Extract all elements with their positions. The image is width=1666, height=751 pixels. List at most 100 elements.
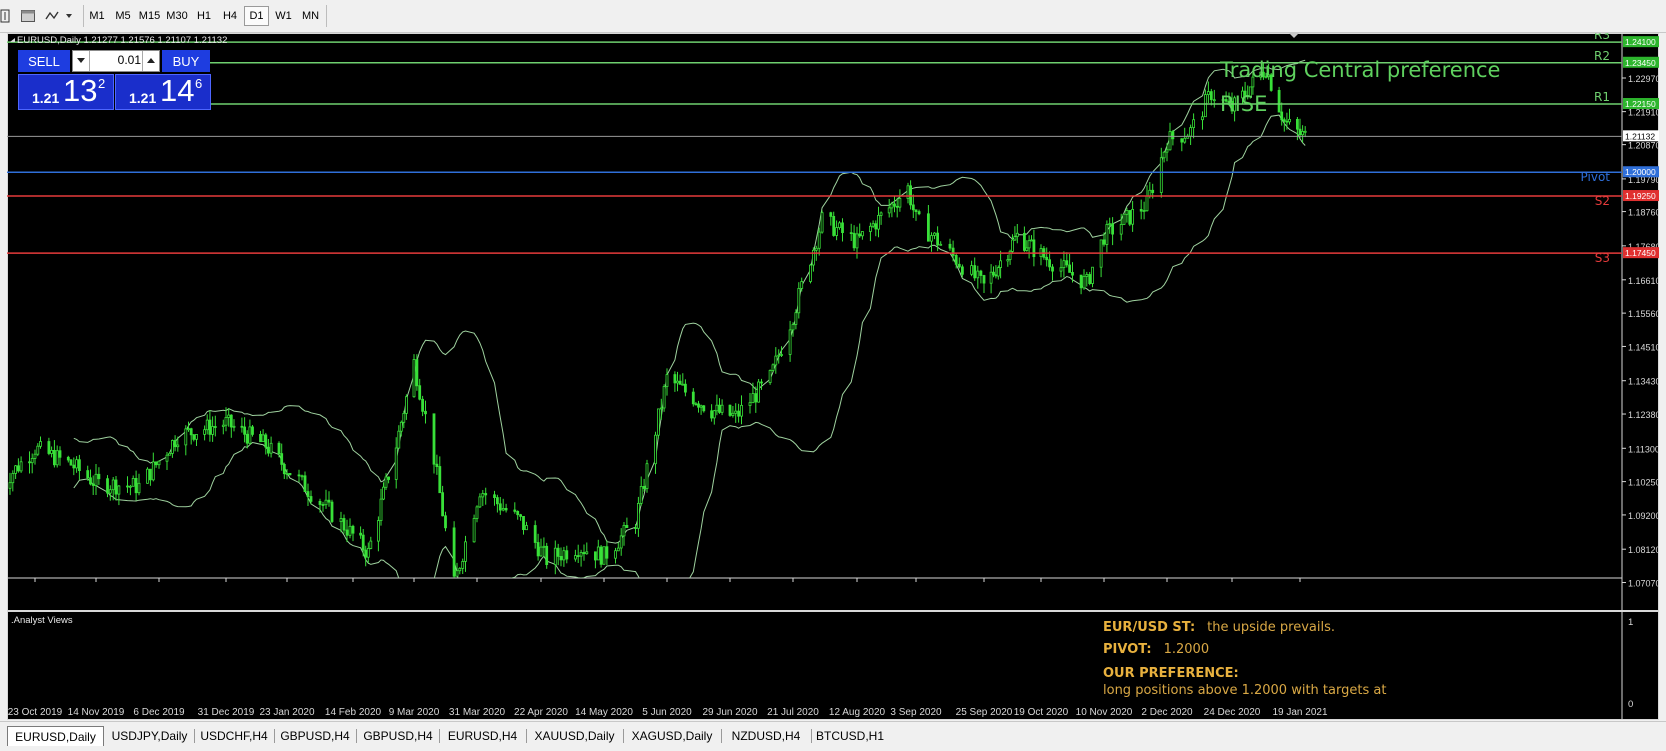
candle-body — [108, 489, 112, 494]
candle-body — [992, 271, 995, 276]
timeframe-button-m1[interactable]: M1 — [85, 6, 109, 26]
candle-body — [39, 441, 42, 447]
candle-body — [861, 231, 864, 237]
one-click-trading-panel: SELL 0.01 BUY 1.21 13 2 1.21 14 6 — [18, 50, 211, 140]
candle-body — [994, 274, 998, 277]
analyst-st-text: the upside prevails. — [1207, 620, 1335, 635]
timeframe-button-m30[interactable]: M30 — [164, 6, 190, 26]
price-tick-label: 1.20870 — [1628, 141, 1659, 151]
chart-tab[interactable]: XAGUSD,Daily — [624, 726, 720, 746]
chart-tab[interactable]: USDJPY,Daily — [106, 726, 193, 746]
candle-body — [832, 215, 836, 236]
candle-body — [455, 570, 459, 577]
analyst-pivot-line: PIVOT: 1.2000 — [1103, 642, 1209, 657]
period-settings-dropdown-icon[interactable] — [44, 6, 74, 26]
buy-price-button[interactable]: 1.21 14 6 — [115, 73, 211, 110]
candle-body — [146, 468, 149, 484]
candle-body — [269, 442, 273, 454]
candle-body — [1091, 266, 1094, 284]
candle-body — [50, 449, 53, 454]
candle-body — [1051, 266, 1054, 272]
price-tick-label: 1.18760 — [1628, 208, 1659, 218]
candle-body — [556, 547, 560, 557]
sell-button[interactable]: SELL — [18, 50, 70, 72]
candle-body — [1030, 239, 1033, 242]
volume-decrease-button[interactable] — [73, 51, 90, 71]
chart-window[interactable]: 1.22970 1.21910 1.20870 1.19790 1.18760 1.176… — [7, 33, 1659, 720]
candle-body — [948, 243, 952, 249]
timeframe-button-h4[interactable]: H4 — [218, 6, 242, 26]
buy-button[interactable]: BUY — [162, 50, 210, 72]
subwindow-scale-top: 1 — [1628, 617, 1633, 628]
candle-body — [224, 416, 228, 426]
timeframe-button-m15[interactable]: M15 — [137, 6, 162, 26]
trading-central-preference-label: Trading Central preference — [1219, 58, 1500, 82]
price-chart[interactable]: 1.229701.219101.208701.197901.187601.176… — [7, 33, 1659, 611]
candle-body — [1105, 224, 1109, 245]
chart-tab[interactable]: GBPUSD,H4 — [358, 726, 438, 746]
candle-body — [715, 404, 719, 412]
timeframe-button-h1[interactable]: H1 — [192, 6, 216, 26]
chart-tab[interactable]: EURUSD,Daily — [7, 726, 104, 746]
crosshair-tool-icon[interactable] — [0, 6, 10, 26]
timeframe-button-mn[interactable]: MN — [298, 6, 323, 26]
candle-body — [1062, 260, 1066, 268]
candle-body — [498, 503, 502, 511]
candle-body — [1165, 149, 1169, 153]
candle-body — [14, 465, 17, 474]
sell-price-button[interactable]: 1.21 13 2 — [18, 73, 114, 110]
candle-body — [327, 499, 331, 503]
chart-tab[interactable]: BTCUSD,H1 — [812, 726, 888, 746]
candle-body — [382, 486, 385, 500]
candle-body — [1148, 189, 1152, 197]
candle-body — [285, 472, 289, 475]
chart-shift-marker-icon[interactable] — [1289, 33, 1299, 38]
candle-body — [387, 476, 391, 480]
candle-body — [619, 535, 623, 549]
analyst-views-subwindow[interactable]: .Analyst Views 1 0 23 Oct 2019 14 Nov 2019 6 … — [7, 611, 1659, 720]
timeframe-button-w1[interactable]: W1 — [271, 6, 296, 26]
candle-body — [927, 213, 930, 242]
date-tick-label: 12 Aug 2020 — [829, 707, 886, 718]
candle-body — [359, 532, 363, 536]
candle-body — [877, 214, 880, 230]
candle-body — [1277, 90, 1281, 113]
candle-body — [887, 207, 891, 214]
chart-tab[interactable]: USDCHF,H4 — [195, 726, 273, 746]
candle-body — [979, 270, 983, 276]
chart-tabs-bar: EURUSD,Daily USDJPY,Daily USDCHF,H4 GBPUSD,… — [0, 721, 1666, 751]
chart-tab[interactable]: EURUSD,H4 — [440, 726, 525, 746]
candle-body — [89, 477, 92, 485]
candle-body — [814, 247, 818, 251]
candle-body — [702, 405, 706, 412]
candle-body — [11, 472, 15, 484]
candle-body — [774, 355, 778, 366]
date-tick-label: 19 Jan 2021 — [1272, 707, 1327, 718]
candle-body — [342, 518, 346, 531]
candle-body — [602, 546, 606, 565]
candle-body — [412, 359, 416, 398]
candle-body — [1192, 119, 1195, 128]
candle-body — [1139, 208, 1143, 212]
candle-body — [69, 459, 73, 466]
volume-increase-button[interactable] — [142, 51, 159, 71]
candle-body — [720, 404, 724, 413]
timeframe-button-m5[interactable]: M5 — [111, 6, 135, 26]
candle-body — [1013, 236, 1017, 241]
candle-body — [36, 445, 40, 455]
timeframe-button-d1[interactable]: D1 — [244, 6, 269, 26]
price-tick-label: 1.09200 — [1628, 511, 1659, 521]
chart-tab[interactable]: XAUUSD,Daily — [527, 726, 622, 746]
candle-body — [148, 468, 152, 481]
volume-field[interactable]: 0.01 — [72, 50, 160, 72]
candle-body — [297, 474, 301, 477]
candle-body — [871, 223, 875, 227]
candle-body — [898, 198, 902, 208]
volume-input[interactable]: 0.01 — [91, 53, 141, 67]
candle-body — [232, 425, 236, 428]
chart-window-icon[interactable] — [20, 6, 36, 26]
chart-tab[interactable]: GBPUSD,H4 — [275, 726, 355, 746]
candle-body — [264, 434, 268, 448]
candle-body — [251, 426, 254, 435]
chart-tab[interactable]: NZDUSD,H4 — [722, 726, 810, 746]
